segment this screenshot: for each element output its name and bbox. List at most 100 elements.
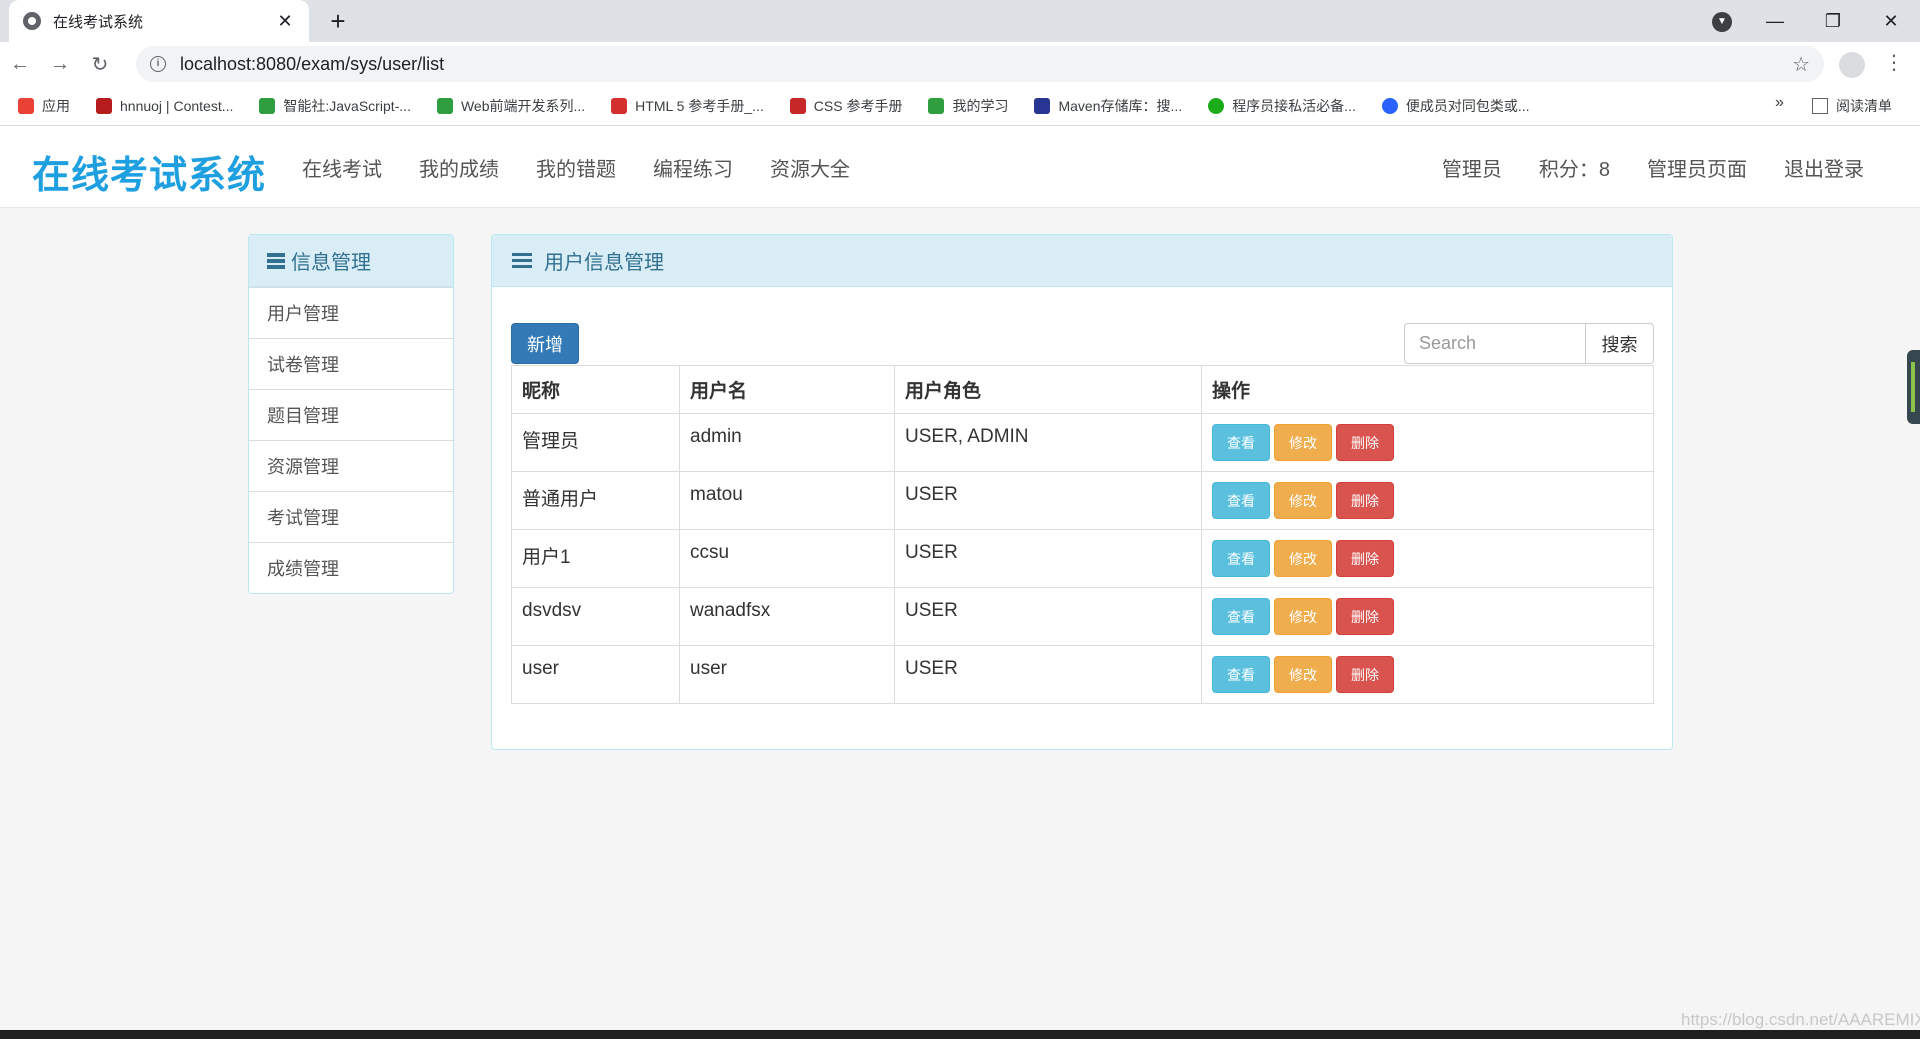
bookmark-favicon-icon xyxy=(1381,97,1398,114)
tab-search-icon[interactable]: ▼ xyxy=(1712,12,1732,32)
browser-tab-bar: 在线考试系统 ✕ + ▼ — ❐ ✕ xyxy=(0,0,1920,42)
close-window-button[interactable]: ✕ xyxy=(1862,11,1920,32)
menu-icon[interactable]: ⋮ xyxy=(1884,50,1904,75)
bookmark-favicon-icon xyxy=(611,97,628,114)
taskbar xyxy=(0,1030,1920,1039)
bookmark-item[interactable]: 我的学习 xyxy=(928,96,1008,116)
info-icon[interactable]: i xyxy=(150,56,166,72)
browser-toolbar: ← → ↻ i localhost:8080/exam/sys/user/lis… xyxy=(0,42,1920,86)
bookmark-favicon-icon xyxy=(928,97,945,114)
nav-resources[interactable]: 资源大全 xyxy=(770,153,850,182)
sidebar-item-scores[interactable]: 成绩管理 xyxy=(249,542,453,593)
bookmark-item[interactable]: 智能社:JavaScript-... xyxy=(259,96,411,116)
reload-button[interactable]: ↻ xyxy=(80,52,120,77)
cell-nickname: 管理员 xyxy=(511,413,680,472)
sidebar-item-users[interactable]: 用户管理 xyxy=(249,287,453,338)
search-group: 搜索 xyxy=(1404,323,1654,364)
cell-actions: 查看 修改 删除 xyxy=(1201,529,1654,588)
bookmark-item[interactable]: 程序员接私活必备... xyxy=(1208,96,1356,116)
edit-button[interactable]: 修改 xyxy=(1274,656,1332,693)
cell-roles: USER xyxy=(894,587,1202,646)
table-row: user user USER 查看 修改 删除 xyxy=(511,645,1654,704)
bookmark-favicon-icon xyxy=(96,97,112,114)
sidebar-item-papers[interactable]: 试卷管理 xyxy=(249,338,453,389)
delete-button[interactable]: 删除 xyxy=(1336,540,1394,577)
panel-header: 用户信息管理 xyxy=(492,235,1672,287)
tab-title: 在线考试系统 xyxy=(53,13,144,31)
cell-nickname: user xyxy=(511,645,680,704)
nav-coding-practice[interactable]: 编程练习 xyxy=(653,153,733,182)
bookmark-favicon-icon xyxy=(789,97,806,114)
user-role[interactable]: 管理员 xyxy=(1442,153,1502,182)
cell-username: user xyxy=(679,645,895,704)
more-bookmarks-button[interactable]: » xyxy=(1775,94,1784,112)
cell-username: admin xyxy=(679,413,895,472)
column-header: 用户角色 xyxy=(894,365,1202,414)
back-button[interactable]: ← xyxy=(0,53,40,76)
bookmark-item[interactable]: hnnuoj | Contest... xyxy=(96,97,233,114)
cell-actions: 查看 修改 删除 xyxy=(1201,413,1654,472)
edit-button[interactable]: 修改 xyxy=(1274,540,1332,577)
view-button[interactable]: 查看 xyxy=(1212,482,1270,519)
user-nav: 管理员 积分：8 管理员页面 退出登录 xyxy=(1405,126,1864,208)
globe-icon xyxy=(23,12,41,30)
search-input[interactable] xyxy=(1404,323,1586,364)
minimize-button[interactable]: — xyxy=(1746,11,1804,32)
view-button[interactable]: 查看 xyxy=(1212,424,1270,461)
restore-button[interactable]: ❐ xyxy=(1804,11,1862,32)
bookmark-item[interactable]: Web前端开发系列... xyxy=(436,96,585,116)
apps-icon xyxy=(18,97,34,114)
edit-button[interactable]: 修改 xyxy=(1274,424,1332,461)
app-navbar: 在线考试系统 在线考试 我的成绩 我的错题 编程练习 资源大全 管理员 积分：8… xyxy=(0,126,1920,208)
bookmark-item[interactable]: HTML 5 参考手册_... xyxy=(611,96,764,116)
reading-list-button[interactable]: 阅读清单 xyxy=(1812,96,1892,116)
sidebar-panel: 信息管理 用户管理 试卷管理 题目管理 资源管理 考试管理 成绩管理 xyxy=(248,234,454,594)
column-header: 用户名 xyxy=(679,365,895,414)
nav-online-exam[interactable]: 在线考试 xyxy=(302,153,382,182)
nav-my-scores[interactable]: 我的成绩 xyxy=(419,153,499,182)
bookmark-item[interactable]: CSS 参考手册 xyxy=(789,96,902,116)
star-icon[interactable]: ☆ xyxy=(1792,52,1810,77)
edit-button[interactable]: 修改 xyxy=(1274,598,1332,635)
logout-link[interactable]: 退出登录 xyxy=(1784,153,1864,182)
user-points: 积分：8 xyxy=(1538,158,1610,181)
column-header: 昵称 xyxy=(511,365,680,414)
bookmark-favicon-icon xyxy=(1034,97,1051,114)
search-button[interactable]: 搜索 xyxy=(1586,323,1654,364)
delete-button[interactable]: 删除 xyxy=(1336,482,1394,519)
edit-button[interactable]: 修改 xyxy=(1274,482,1332,519)
table-row: 用户1 ccsu USER 查看 修改 删除 xyxy=(511,529,1654,588)
bookmark-item[interactable]: 应用 xyxy=(18,96,70,116)
new-tab-button[interactable]: + xyxy=(323,6,353,37)
bookmarks-bar: 应用 hnnuoj | Contest... 智能社:JavaScript-..… xyxy=(0,86,1920,126)
side-widget[interactable] xyxy=(1907,350,1920,424)
table-row: dsvdsv wanadfsx USER 查看 修改 删除 xyxy=(511,587,1654,646)
close-icon[interactable]: ✕ xyxy=(275,11,295,32)
bookmark-favicon-icon xyxy=(436,97,453,114)
nav-my-mistakes[interactable]: 我的错题 xyxy=(536,153,616,182)
brand-logo[interactable]: 在线考试系统 xyxy=(32,144,266,199)
users-table: 昵称 用户名 用户角色 操作 管理员 admin USER, ADMIN 查看 修改 删除… xyxy=(511,365,1654,704)
cell-actions: 查看 修改 删除 xyxy=(1201,645,1654,704)
profile-avatar[interactable] xyxy=(1839,52,1865,78)
view-button[interactable]: 查看 xyxy=(1212,656,1270,693)
sidebar-item-resources[interactable]: 资源管理 xyxy=(249,440,453,491)
view-button[interactable]: 查看 xyxy=(1212,598,1270,635)
forward-button[interactable]: → xyxy=(40,53,80,76)
sidebar-item-questions[interactable]: 题目管理 xyxy=(249,389,453,440)
address-bar[interactable]: i localhost:8080/exam/sys/user/list ☆ xyxy=(136,46,1824,82)
bookmark-favicon-icon xyxy=(1208,97,1225,114)
browser-tab[interactable]: 在线考试系统 ✕ xyxy=(9,0,309,42)
delete-button[interactable]: 删除 xyxy=(1336,598,1394,635)
sidebar-item-exams[interactable]: 考试管理 xyxy=(249,491,453,542)
delete-button[interactable]: 删除 xyxy=(1336,656,1394,693)
delete-button[interactable]: 删除 xyxy=(1336,424,1394,461)
table-row: 管理员 admin USER, ADMIN 查看 修改 删除 xyxy=(511,413,1654,472)
add-user-button[interactable]: 新增 xyxy=(511,323,579,364)
view-button[interactable]: 查看 xyxy=(1212,540,1270,577)
bookmark-item[interactable]: 便成员对同包类或... xyxy=(1381,96,1530,116)
cell-actions: 查看 修改 删除 xyxy=(1201,471,1654,530)
bookmark-item[interactable]: Maven存储库：搜... xyxy=(1034,96,1182,116)
watermark: https://blog.csdn.net/AAAREMIX xyxy=(1681,1010,1920,1029)
admin-page-link[interactable]: 管理员页面 xyxy=(1647,153,1747,182)
